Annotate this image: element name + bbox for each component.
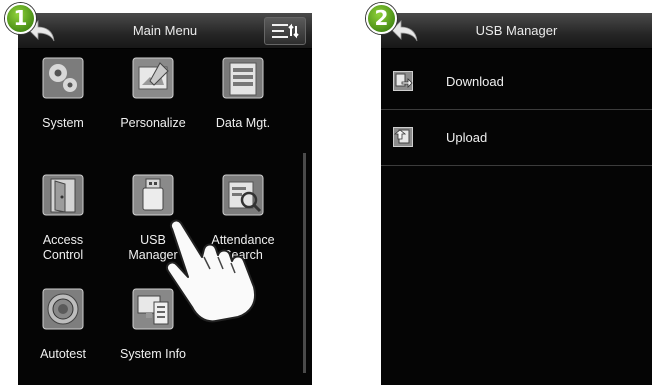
- personalize-icon: [132, 57, 174, 99]
- autotest-icon: [42, 288, 84, 330]
- menu-item-label: System: [42, 116, 84, 130]
- main-menu-header: Main Menu: [18, 13, 312, 49]
- step-2-badge: 2: [366, 3, 397, 34]
- menu-item-label: Access Control: [42, 233, 84, 262]
- sort-menu-button[interactable]: [264, 17, 306, 45]
- list-item-download[interactable]: Download: [381, 55, 652, 110]
- upload-icon: [393, 127, 413, 147]
- menu-item-autotest[interactable]: Autotest: [20, 288, 106, 385]
- menu-item-access-control[interactable]: Access Control: [20, 174, 106, 274]
- usb-manager-screen: USB Manager Download Upload: [381, 13, 652, 385]
- menu-item-system[interactable]: System: [20, 57, 106, 157]
- usb-drive-icon: [132, 174, 174, 216]
- menu-item-data-mgt[interactable]: Data Mgt.: [200, 57, 286, 157]
- list-item-label: Upload: [446, 130, 488, 145]
- list-item-label: Download: [446, 74, 504, 89]
- gear-icon: [42, 57, 84, 99]
- list-item-upload[interactable]: Upload: [381, 111, 652, 166]
- menu-item-label: Personalize: [120, 116, 186, 130]
- data-management-icon: [222, 57, 264, 99]
- main-menu-screen: Main Menu System Personalize Data Mgt. A…: [18, 13, 312, 385]
- pointing-hand-icon: [166, 219, 256, 323]
- step-1-badge: 1: [5, 3, 36, 34]
- page-title: USB Manager: [475, 23, 558, 38]
- door-icon: [42, 174, 84, 216]
- download-icon: [393, 71, 413, 91]
- usb-manager-header: USB Manager: [381, 13, 652, 49]
- sort-list-icon: [272, 23, 299, 39]
- scrollbar[interactable]: [303, 153, 306, 373]
- menu-item-label: Data Mgt.: [215, 116, 271, 130]
- menu-item-personalize[interactable]: Personalize: [110, 57, 196, 157]
- attendance-search-icon: [222, 174, 264, 216]
- menu-item-label: System Info: [120, 347, 186, 361]
- menu-item-label: Autotest: [40, 347, 86, 361]
